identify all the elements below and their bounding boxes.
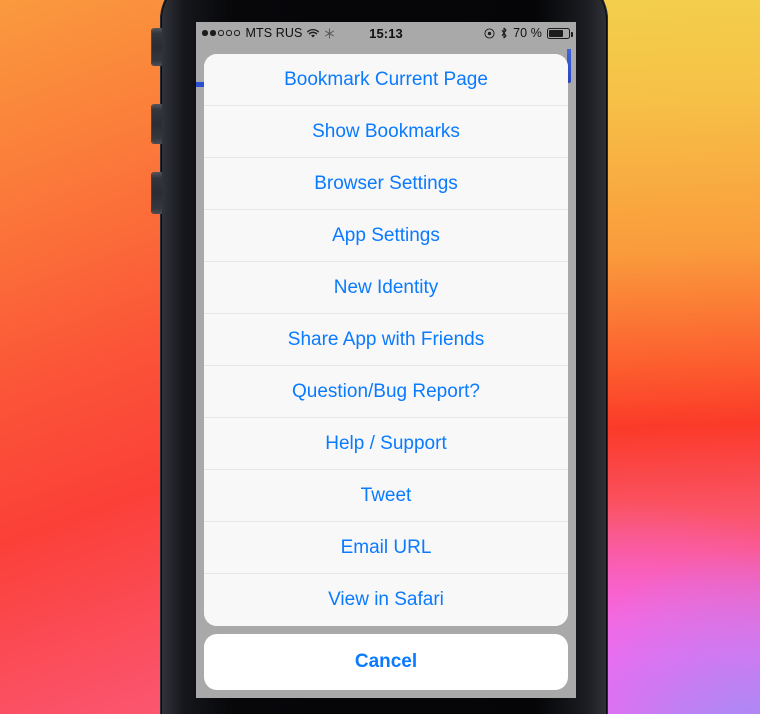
cancel-button[interactable]: Cancel [204, 634, 568, 690]
location-services-icon [484, 27, 495, 39]
status-bar: MTS RUS 15:13 70 % [196, 22, 576, 44]
action-browser-settings[interactable]: Browser Settings [204, 158, 568, 210]
status-bar-left: MTS RUS [202, 26, 369, 40]
battery-fill [549, 29, 564, 37]
signal-dot-5 [234, 30, 240, 36]
signal-dot-2 [210, 30, 216, 36]
signal-dot-4 [226, 30, 232, 36]
action-email-url[interactable]: Email URL [204, 522, 568, 574]
battery-percentage-label: 70 % [513, 26, 542, 40]
action-bookmark-current-page[interactable]: Bookmark Current Page [204, 54, 568, 106]
bluetooth-icon [500, 27, 508, 39]
battery-icon [547, 27, 573, 39]
mute-switch[interactable] [152, 28, 162, 66]
action-help-support[interactable]: Help / Support [204, 418, 568, 470]
carrier-label: MTS RUS [245, 26, 303, 40]
action-tweet[interactable]: Tweet [204, 470, 568, 522]
signal-dot-3 [218, 30, 224, 36]
action-show-bookmarks[interactable]: Show Bookmarks [204, 106, 568, 158]
status-bar-clock: 15:13 [369, 25, 403, 41]
action-sheet: Bookmark Current Page Show Bookmarks Bro… [196, 54, 576, 698]
action-new-identity[interactable]: New Identity [204, 262, 568, 314]
signal-strength-dots [202, 30, 240, 36]
action-view-in-safari[interactable]: View in Safari [204, 574, 568, 626]
volume-up-button[interactable] [152, 104, 162, 144]
phone-screen: MTS RUS 15:13 70 % Bookmark Current Page… [196, 22, 576, 698]
screenshot-stage: MTS RUS 15:13 70 % Bookmark Current Page… [0, 0, 760, 714]
snowflake-icon [324, 27, 335, 39]
action-question-bug-report[interactable]: Question/Bug Report? [204, 366, 568, 418]
status-bar-right: 70 % [403, 26, 573, 40]
action-app-settings[interactable]: App Settings [204, 210, 568, 262]
volume-down-button[interactable] [152, 172, 162, 214]
action-share-app-with-friends[interactable]: Share App with Friends [204, 314, 568, 366]
signal-dot-1 [202, 30, 208, 36]
wifi-icon [306, 28, 320, 39]
phone-device: MTS RUS 15:13 70 % Bookmark Current Page… [152, 0, 608, 714]
action-sheet-item-group: Bookmark Current Page Show Bookmarks Bro… [204, 54, 568, 626]
